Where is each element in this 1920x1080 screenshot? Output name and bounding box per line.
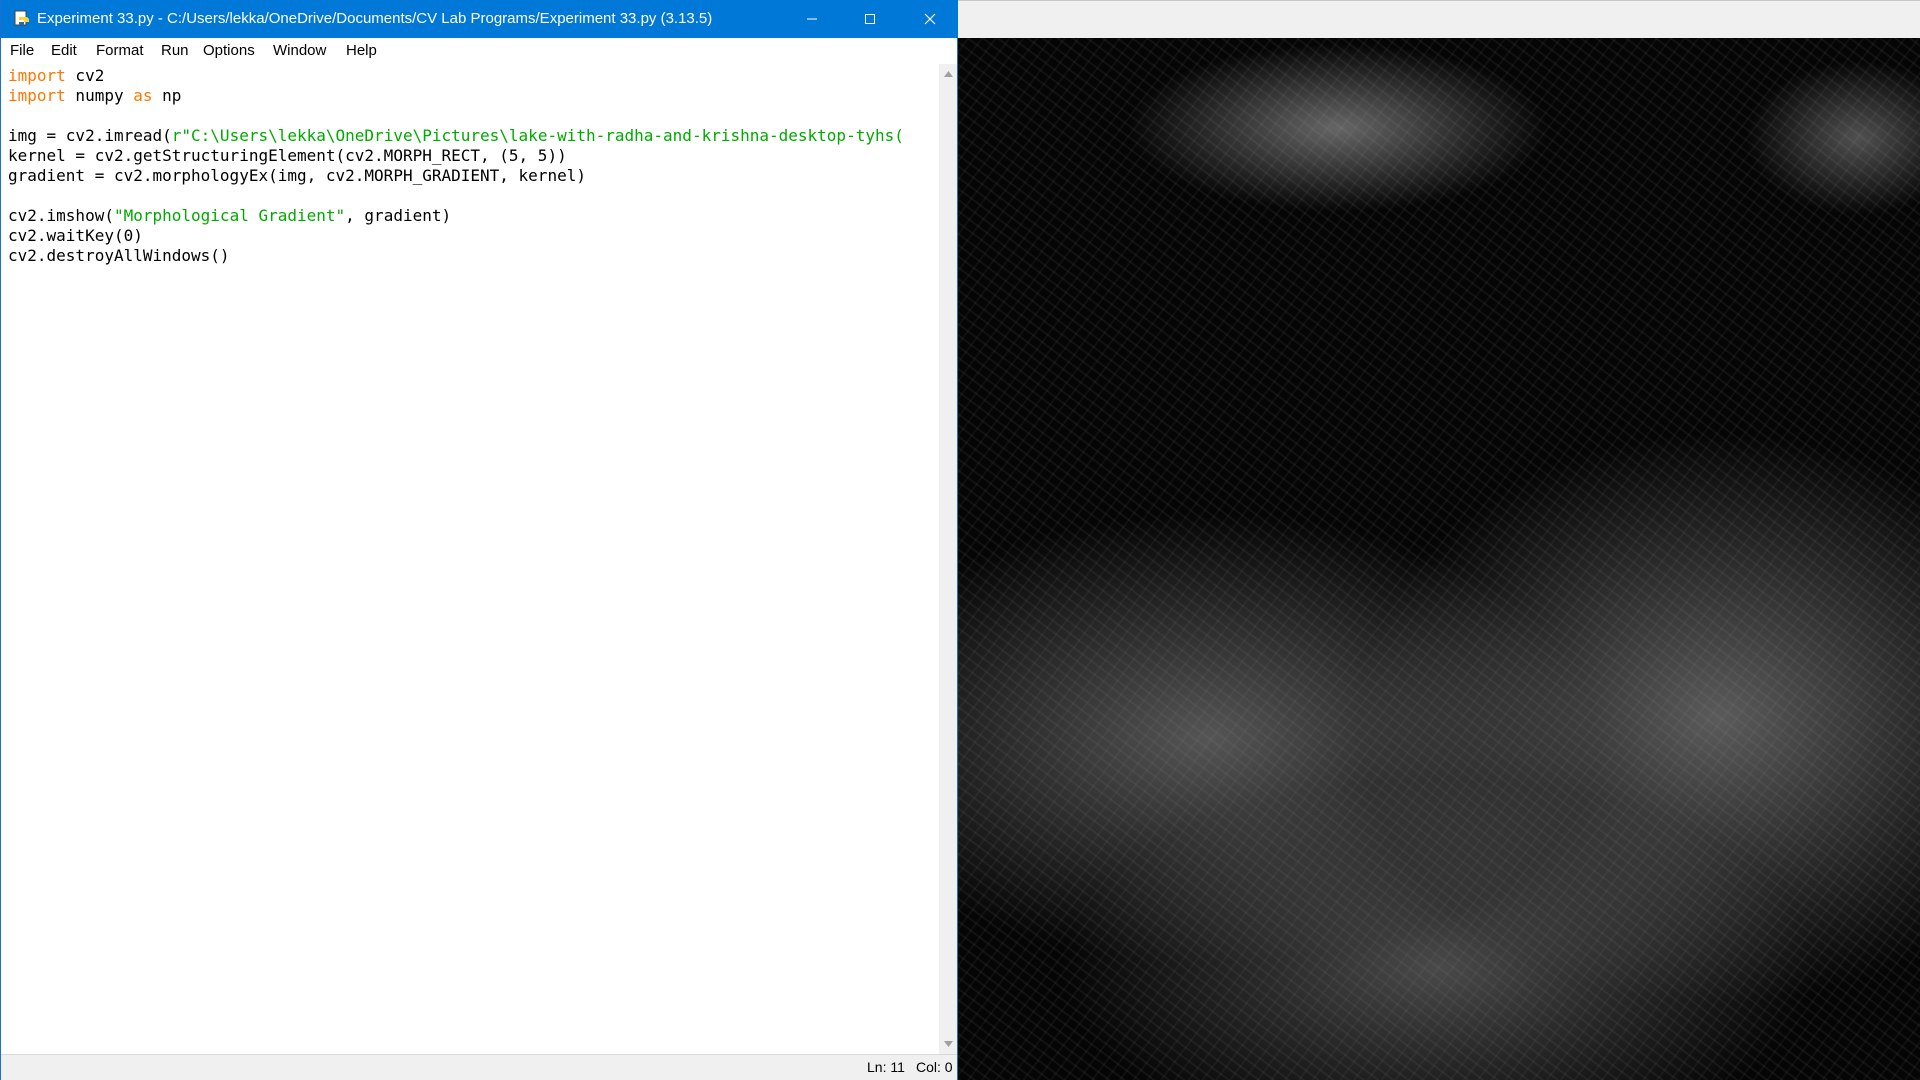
minimize-icon xyxy=(807,18,817,20)
close-icon xyxy=(924,13,936,25)
code-fragment: numpy xyxy=(65,86,134,105)
code-text[interactable]: import cv2 import numpy as np img = cv2.… xyxy=(8,66,904,266)
menu-help[interactable]: Help xyxy=(344,38,379,64)
output-window-title-bar[interactable] xyxy=(958,0,1920,38)
maximize-icon xyxy=(865,14,875,24)
string-literal: "Morphological Gradient" xyxy=(113,206,346,225)
column-indicator: Col: 0 xyxy=(916,1059,953,1075)
maximize-button[interactable] xyxy=(841,0,899,38)
menu-bar: File Edit Format Run Options Window Help xyxy=(1,38,957,64)
idle-editor-window: Experiment 33.py - C:/Users/lekka/OneDri… xyxy=(0,0,959,1080)
scroll-up-button[interactable] xyxy=(939,66,957,82)
python-file-icon xyxy=(14,10,29,26)
menu-file[interactable]: File xyxy=(8,38,36,64)
keyword: import xyxy=(8,86,66,105)
menu-run[interactable]: Run xyxy=(159,38,191,64)
code-fragment: img = cv2.imread( xyxy=(8,126,172,145)
scroll-down-button[interactable] xyxy=(939,1036,957,1052)
minimize-button[interactable] xyxy=(783,0,841,38)
window-title: Experiment 33.py - C:/Users/lekka/OneDri… xyxy=(37,10,713,27)
title-bar[interactable]: Experiment 33.py - C:/Users/lekka/OneDri… xyxy=(1,0,959,38)
code-fragment: cv2 xyxy=(65,66,105,85)
code-line: kernel = cv2.getStructuringElement(cv2.M… xyxy=(8,146,567,165)
vertical-scrollbar[interactable] xyxy=(939,64,957,1054)
menu-format[interactable]: Format xyxy=(94,38,146,64)
string-literal: r"C:\Users\lekka\OneDrive\Pictures\lake-… xyxy=(171,126,904,145)
line-number-indicator: Ln: 11 xyxy=(867,1059,905,1075)
arrow-up-icon xyxy=(943,71,953,77)
code-editor[interactable]: import cv2 import numpy as np img = cv2.… xyxy=(1,64,939,1054)
code-line: cv2.destroyAllWindows() xyxy=(8,246,230,265)
morphological-gradient-image xyxy=(958,38,1920,1080)
menu-edit[interactable]: Edit xyxy=(49,38,79,64)
code-line: cv2.waitKey(0) xyxy=(8,226,143,245)
keyword: as xyxy=(133,86,153,105)
menu-options[interactable]: Options xyxy=(201,38,257,64)
opencv-output-window xyxy=(958,0,1920,1080)
code-line: gradient = cv2.morphologyEx(img, cv2.MOR… xyxy=(8,166,586,185)
code-fragment: np xyxy=(152,86,182,105)
status-bar: Ln: 11 Col: 0 xyxy=(1,1054,957,1080)
keyword: import xyxy=(8,66,66,85)
close-button[interactable] xyxy=(901,0,959,38)
code-fragment: , gradient) xyxy=(345,206,452,225)
arrow-down-icon xyxy=(943,1041,953,1047)
menu-window[interactable]: Window xyxy=(271,38,328,64)
code-fragment: cv2.imshow( xyxy=(8,206,114,225)
